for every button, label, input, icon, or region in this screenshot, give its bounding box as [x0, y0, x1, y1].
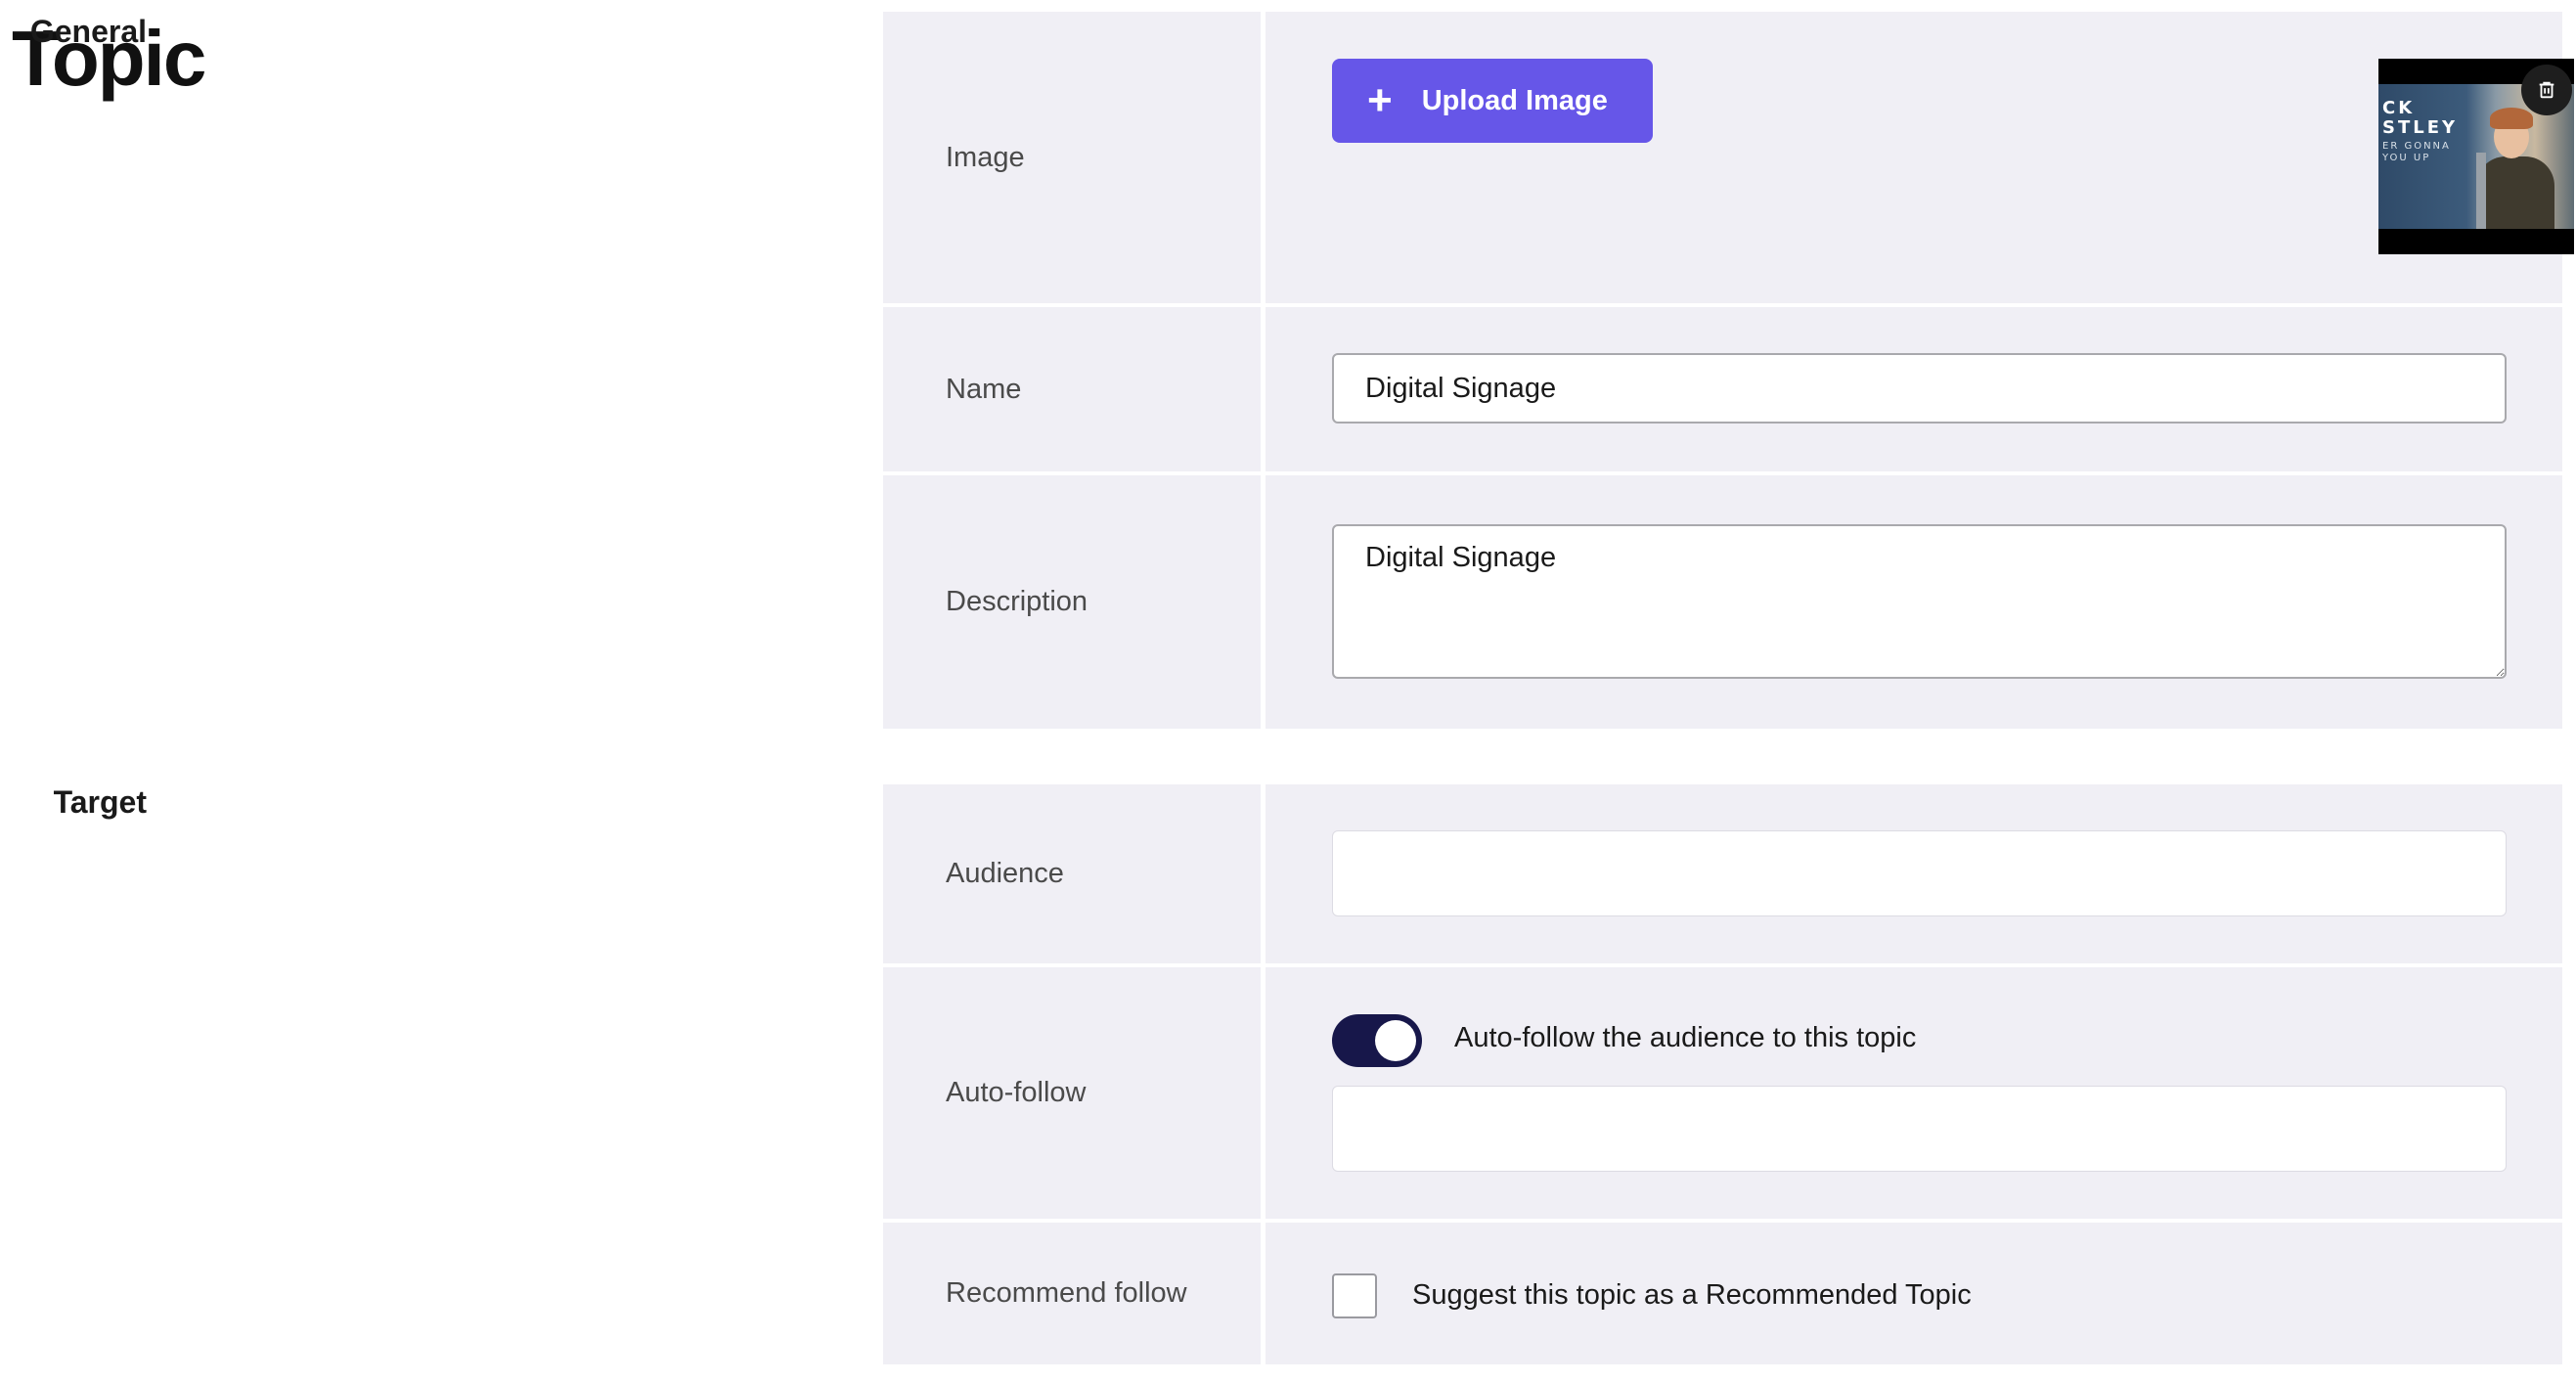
recommend-follow-row: Recommend follow Suggest this topic as a…: [883, 1223, 2562, 1364]
image-row: Image + Upload Image CK STLEY ER GONNA Y…: [883, 12, 2574, 303]
thumbnail-figure-coat: [2476, 156, 2554, 229]
thumbnail-text: CK: [2382, 98, 2416, 118]
auto-follow-toggle[interactable]: [1332, 1014, 1422, 1067]
upload-image-button[interactable]: + Upload Image: [1332, 59, 1653, 143]
auto-follow-toggle-label: Auto-follow the audience to this topic: [1454, 1022, 1917, 1053]
thumbnail-figure-hair: [2490, 108, 2533, 129]
name-field: [1266, 307, 2562, 471]
name-label: Name: [883, 307, 1261, 471]
recommend-checkbox[interactable]: [1332, 1273, 1377, 1318]
toggle-knob: [1375, 1020, 1416, 1061]
image-thumbnail: CK STLEY ER GONNA YOU UP: [2378, 59, 2574, 254]
name-input[interactable]: [1332, 353, 2507, 424]
audience-field: [1266, 784, 2562, 963]
description-textarea[interactable]: Digital Signage: [1332, 524, 2507, 679]
section-title-general: General: [29, 14, 147, 49]
thumbnail-text: YOU UP: [2382, 153, 2431, 163]
upload-image-label: Upload Image: [1421, 84, 1608, 116]
recommend-follow-field: Suggest this topic as a Recommended Topi…: [1266, 1223, 2562, 1364]
auto-follow-row: Auto-follow Auto-follow the audience to …: [883, 967, 2562, 1219]
plus-icon: +: [1367, 76, 1393, 124]
image-field: + Upload Image CK STLEY ER GONNA YOU UP: [1266, 12, 2574, 303]
audience-row: Audience: [883, 784, 2562, 963]
thumbnail-text: STLEY: [2382, 117, 2459, 138]
description-row: Description Digital Signage: [883, 475, 2562, 729]
auto-follow-input[interactable]: [1332, 1086, 2507, 1172]
recommend-checkbox-label: Suggest this topic as a Recommended Topi…: [1412, 1279, 1972, 1311]
delete-image-button[interactable]: [2521, 65, 2572, 115]
thumbnail-microphone: [2476, 153, 2486, 229]
auto-follow-label: Auto-follow: [883, 967, 1261, 1219]
description-label: Description: [883, 475, 1261, 729]
section-title-target: Target: [53, 784, 147, 820]
audience-input[interactable]: [1332, 830, 2507, 916]
recommend-follow-label: Recommend follow: [883, 1223, 1261, 1364]
description-field: Digital Signage: [1266, 475, 2562, 729]
trash-icon: [2539, 81, 2554, 99]
name-row: Name: [883, 307, 2562, 471]
audience-label: Audience: [883, 784, 1261, 963]
image-label: Image: [883, 12, 1261, 303]
auto-follow-field: Auto-follow the audience to this topic: [1266, 967, 2562, 1219]
thumbnail-text: ER GONNA: [2382, 141, 2451, 152]
